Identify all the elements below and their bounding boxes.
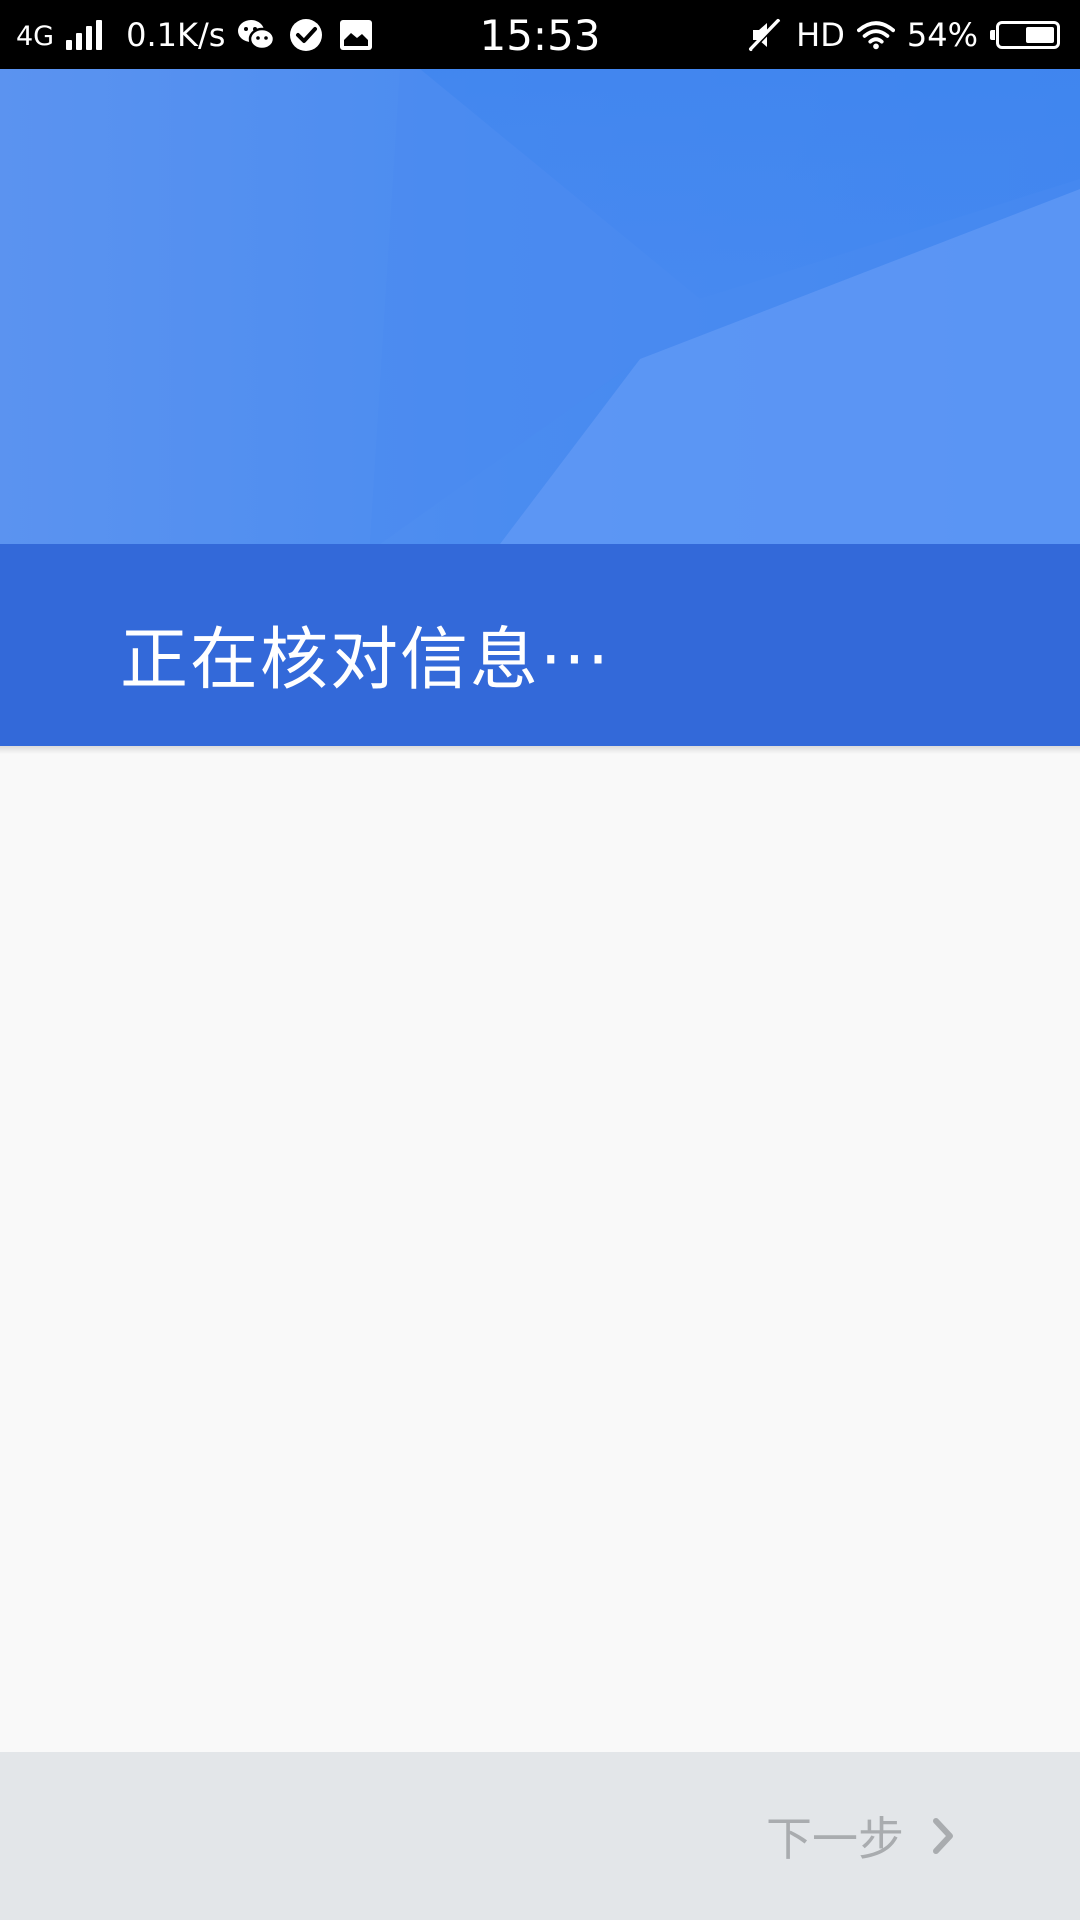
next-step-button[interactable]: 下一步 — [766, 1752, 958, 1920]
battery-icon — [990, 20, 1060, 49]
check-circle-icon — [287, 16, 325, 54]
bottom-bar: 下一步 — [0, 1752, 1080, 1920]
verification-screen: 4G 0.1K/s 15:53 HD 54% 正在核对信息··· 下一步 — [0, 0, 1080, 1920]
hd-indicator: HD — [796, 15, 845, 54]
battery-level — [1026, 26, 1054, 43]
status-bar: 4G 0.1K/s 15:53 HD 54% — [0, 0, 1080, 69]
content-area — [0, 746, 1080, 1752]
battery-percent: 54% — [906, 15, 978, 54]
header-background-art — [0, 69, 1080, 544]
verification-status-title: 正在核对信息··· — [120, 621, 611, 700]
mute-icon — [746, 16, 784, 54]
next-step-label: 下一步 — [766, 1812, 904, 1866]
wechat-icon — [237, 16, 276, 54]
network-speed: 0.1K/s — [126, 15, 226, 54]
header-banner: 正在核对信息··· — [0, 69, 1080, 746]
status-bar-right: HD 54% — [746, 0, 1060, 69]
image-icon — [337, 16, 375, 54]
status-bar-left: 4G 0.1K/s — [16, 0, 375, 69]
chevron-right-icon — [928, 1816, 958, 1856]
wifi-icon — [856, 16, 895, 54]
signal-icon — [66, 19, 103, 50]
network-type: 4G — [16, 21, 55, 52]
